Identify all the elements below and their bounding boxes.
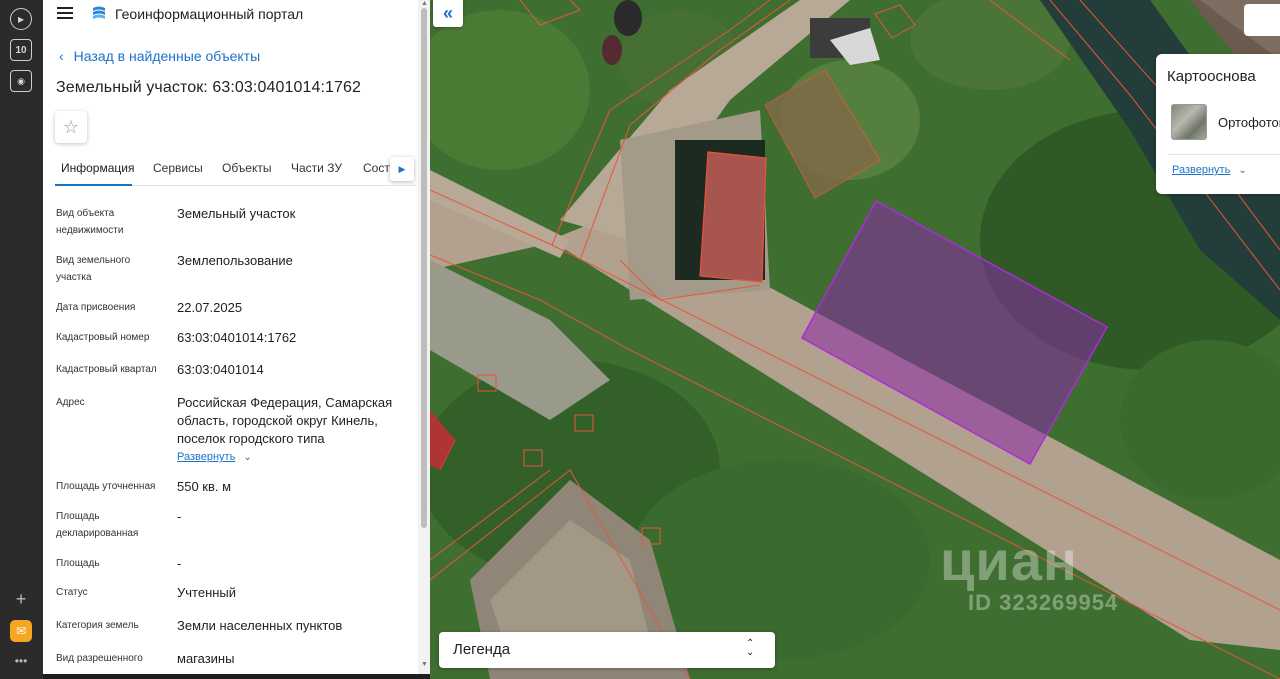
- mail-icon[interactable]: ✉: [10, 620, 32, 642]
- property-label: Кадастровый квартал: [56, 364, 157, 375]
- divider: [1168, 154, 1280, 155]
- play-icon[interactable]: ▸: [10, 8, 32, 30]
- portal-title: Геоинформационный портал: [115, 6, 304, 22]
- property-value: Земли населенных пунктов: [177, 618, 343, 633]
- number-ten-icon[interactable]: 10: [10, 39, 32, 61]
- property-value: -: [177, 556, 182, 571]
- expand-label: Развернуть: [177, 451, 236, 463]
- tab-services[interactable]: Сервисы: [153, 161, 203, 175]
- chevron-down-icon: ⌄: [243, 452, 252, 463]
- plus-icon[interactable]: +: [10, 588, 32, 610]
- screenshot-icon[interactable]: ◉: [10, 70, 32, 92]
- map-view[interactable]: [430, 0, 1280, 679]
- badge-label: 10: [15, 44, 27, 56]
- property-label: Адрес: [56, 397, 85, 408]
- expand-collapse-icon: ⌃ ⌄: [746, 638, 755, 658]
- property-value: магазины: [177, 651, 235, 666]
- tabs-scroll-right-button[interactable]: ▶: [390, 157, 414, 181]
- collapse-panel-button[interactable]: «: [433, 0, 463, 27]
- favorite-button[interactable]: ☆: [55, 111, 87, 143]
- back-link-label: Назад в найденные объекты: [73, 48, 261, 64]
- property-label: Категория земель: [56, 620, 139, 631]
- basemap-title: Картооснова: [1167, 68, 1256, 85]
- property-label: Дата присвоения: [56, 302, 136, 313]
- portal-logo-icon: [93, 6, 105, 19]
- double-chevron-left-icon: «: [442, 3, 453, 23]
- property-label: Площадь уточненная: [56, 481, 156, 492]
- info-panel: Геоинформационный портал ‹ Назад в найде…: [43, 0, 430, 674]
- panel-scrollbar[interactable]: ▲ ▼: [418, 0, 430, 674]
- expand-label: Развернуть: [1172, 164, 1231, 176]
- scroll-down-icon[interactable]: ▼: [421, 661, 428, 668]
- property-value: 63:03:0401014:1762: [177, 330, 297, 345]
- address-value: Российская Федерация, Самарская область,…: [177, 395, 393, 446]
- property-value: Учтенный: [177, 585, 237, 600]
- orthophoto-thumbnail[interactable]: [1171, 104, 1207, 140]
- property-label: Кадастровый номер: [56, 332, 150, 343]
- tab-parts[interactable]: Части ЗУ: [291, 161, 342, 175]
- map-tool-button[interactable]: [1244, 4, 1280, 36]
- property-value: -: [177, 509, 182, 524]
- watermark: циан ID 323269954: [940, 528, 1117, 615]
- orthophoto-map: [430, 0, 1280, 679]
- star-icon: ☆: [62, 116, 80, 137]
- chevron-down-icon: ⌄: [1238, 165, 1247, 176]
- panel-header: Геоинформационный портал: [43, 0, 430, 28]
- legend-dropdown[interactable]: Легенда ⌃ ⌄: [439, 632, 775, 668]
- property-value: Российская Федерация, Самарская область,…: [177, 394, 412, 467]
- browser-sidebar: ▸ 10 ◉ + ✉ •••: [0, 0, 43, 679]
- property-label: Площадь: [56, 558, 100, 569]
- property-value: Земельный участок: [177, 206, 296, 221]
- property-value: 550 кв. м: [177, 479, 232, 494]
- tab-bar: Информация Сервисы Объекты Части ЗУ Сост…: [55, 154, 417, 186]
- chevron-left-icon: ‹: [59, 48, 64, 64]
- legend-label: Легенда: [453, 641, 511, 658]
- property-label: Площадь декларированная: [56, 511, 139, 539]
- basemap-layer-name[interactable]: Ортофотоплан: [1218, 115, 1280, 130]
- property-label: Вид земельного участка: [56, 255, 131, 283]
- active-tab-indicator: [55, 184, 132, 186]
- object-title: Земельный участок: 63:03:0401014:1762: [56, 79, 362, 96]
- scrollbar-thumb[interactable]: [421, 8, 427, 528]
- basemap-panel: Картооснова Ортофотоплан Развернуть ⌄: [1156, 54, 1280, 194]
- scroll-up-icon[interactable]: ▲: [421, 0, 428, 7]
- watermark-logo: циан: [940, 529, 1078, 592]
- tab-objects[interactable]: Объекты: [222, 161, 272, 175]
- property-label: Вид разрешенного: [56, 653, 143, 664]
- menu-icon[interactable]: [57, 7, 73, 19]
- tab-information[interactable]: Информация: [61, 161, 134, 175]
- property-value: 63:03:0401014: [177, 362, 264, 377]
- property-value: 22.07.2025: [177, 300, 243, 315]
- property-label: Вид объекта недвижимости: [56, 208, 124, 236]
- watermark-id: ID 323269954: [968, 590, 1119, 615]
- property-value: Землепользование: [177, 253, 293, 268]
- address-expand-link[interactable]: Развернуть ⌄: [177, 448, 412, 467]
- property-label: Статус: [56, 587, 88, 598]
- back-to-results-link[interactable]: ‹ Назад в найденные объекты: [59, 48, 260, 64]
- basemap-expand-link[interactable]: Развернуть ⌄: [1172, 164, 1247, 176]
- more-icon[interactable]: •••: [10, 650, 32, 672]
